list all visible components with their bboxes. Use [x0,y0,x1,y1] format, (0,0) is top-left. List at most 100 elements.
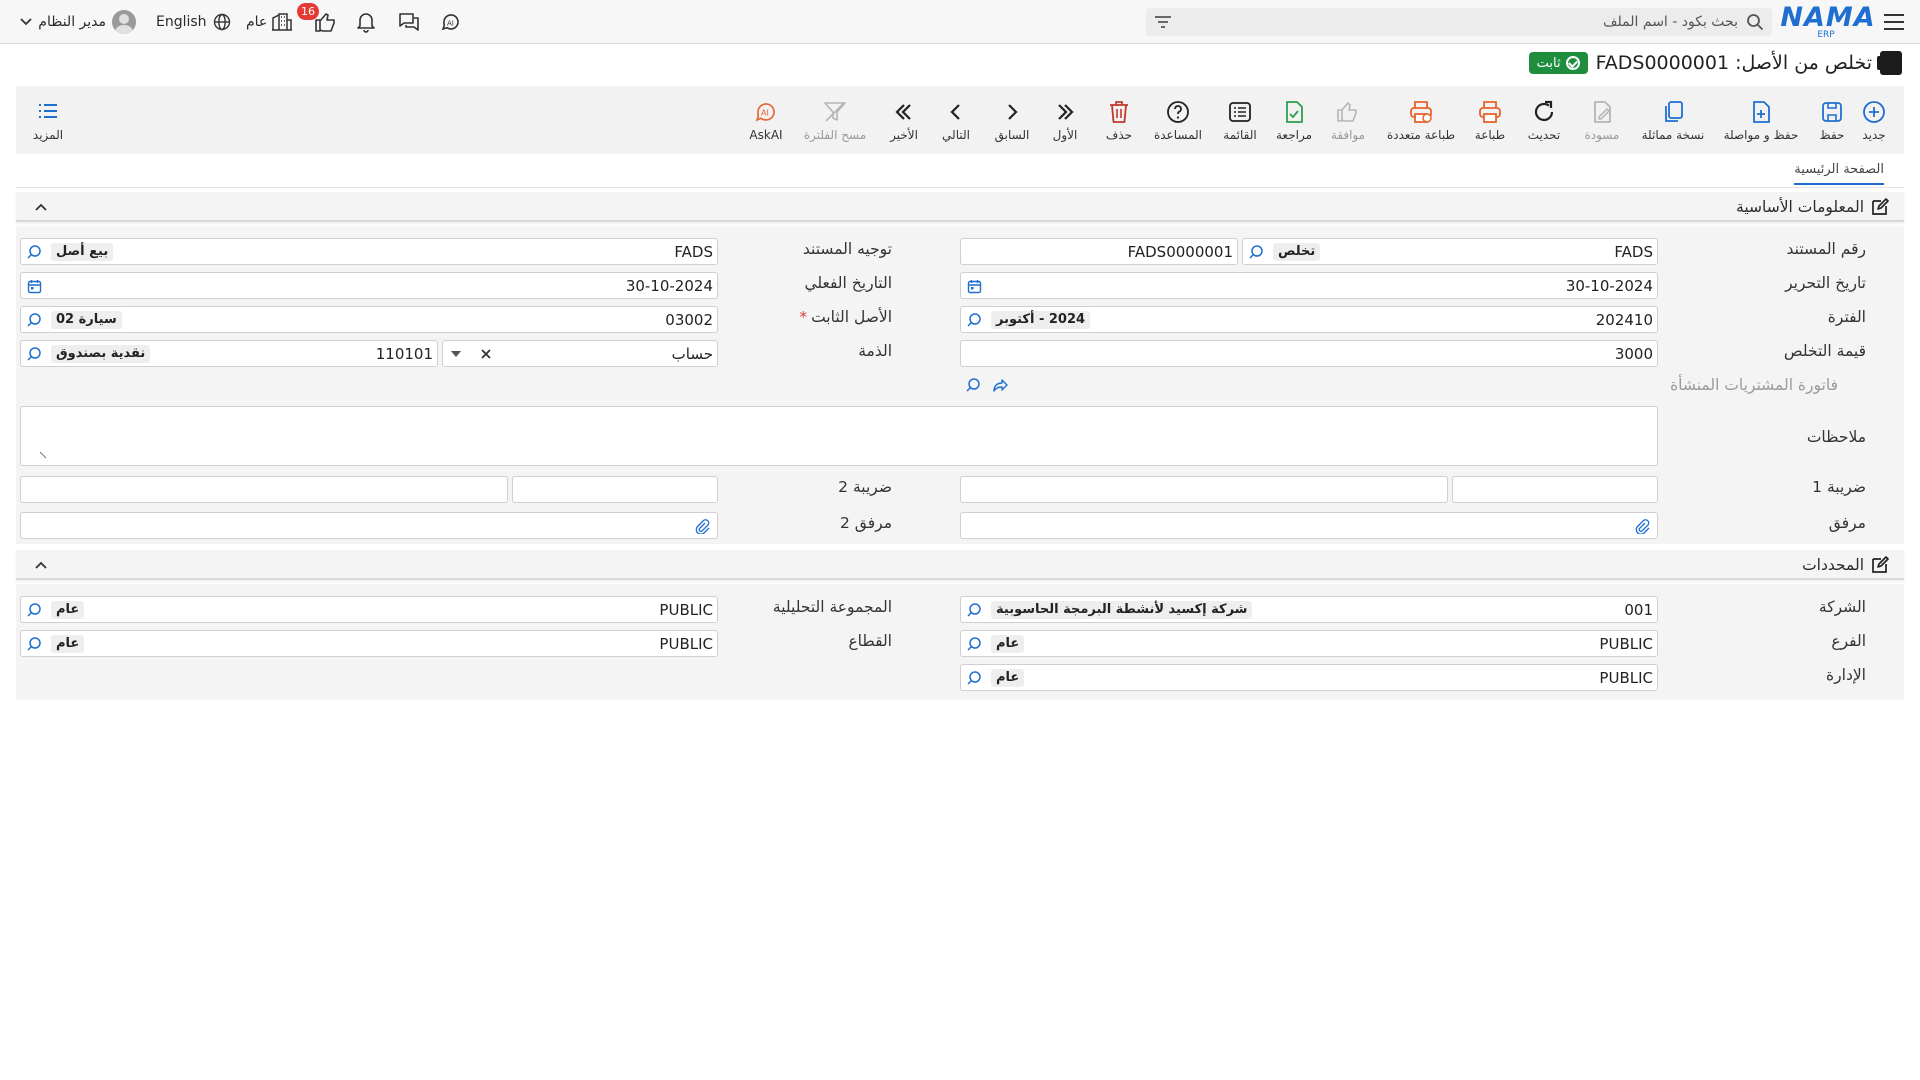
share-icon[interactable] [992,376,1010,394]
double-chevron-right-icon [1058,103,1074,120]
help-button[interactable]: المساعدة [1152,86,1204,154]
status-text: ثابت [1536,55,1561,71]
paperclip-icon[interactable] [1633,517,1651,535]
approve-button[interactable]: موافقة [1328,86,1368,154]
print-label: طباعة [1474,127,1506,142]
doc-direction-label: توجيه المستند [802,240,892,258]
ai-assistant-icon[interactable]: AI [438,0,464,44]
lookup-icon[interactable] [1247,243,1265,261]
basic-info-header[interactable]: المعلومات الأساسية [16,192,1904,222]
search-input[interactable] [1172,14,1746,30]
bell-icon[interactable] [354,0,378,44]
tax1-code-field[interactable] [1452,476,1658,503]
page-title: تخلص من الأصل: FADS0000001 [1595,52,1872,74]
resize-handle-icon[interactable] [39,445,47,463]
user-menu[interactable]: مدير النظام [10,0,136,44]
dimensions-header[interactable]: المحددات [16,550,1904,580]
company-field[interactable]: 001 شركة إكسيد لأنشطة البرمجة الحاسوبية [960,596,1658,623]
tax2-code-field[interactable] [512,476,718,503]
company-value: 001 [1624,601,1653,619]
analysis-group-field[interactable]: PUBLIC عام [20,596,718,623]
draft-button[interactable]: مسودة [1582,86,1622,154]
fixed-asset-field[interactable]: 03002 سيارة 02 [20,306,718,333]
attachment2-field[interactable] [20,512,718,539]
notes-textarea[interactable] [20,406,1658,466]
duplicate-label: نسخة مماثلة [1641,127,1705,142]
first-button[interactable]: الأول [1050,86,1080,154]
previous-button[interactable]: السابق [992,86,1032,154]
thumbs-up-icon [1337,101,1357,122]
plus-circle-icon [1863,100,1885,123]
calendar-icon[interactable] [25,277,43,295]
lookup-icon[interactable] [965,601,983,619]
issue-date-label: تاريخ التحرير [1785,274,1866,292]
new-button[interactable]: جديد [1856,86,1892,154]
lookup-icon[interactable] [25,311,43,329]
lookup-icon[interactable] [25,345,43,363]
period-field[interactable]: 202410 2024 - أكتوبر [960,306,1658,333]
menu-icon[interactable] [1880,0,1908,44]
filter-icon[interactable] [1154,15,1172,29]
sector-chip: عام [51,635,85,653]
clear-filter-icon [824,101,846,122]
chat-icon[interactable] [396,0,422,44]
doc-number-field[interactable]: FADS0000001 [960,238,1238,265]
language-switch[interactable]: English [156,0,231,44]
delete-button[interactable]: حذف [1104,86,1134,154]
draft-icon [1594,100,1611,123]
chevron-up-icon[interactable] [34,556,48,574]
next-label: التالي [942,127,970,142]
scope-selector[interactable]: عام [246,0,293,44]
clear-icon[interactable] [477,345,495,363]
lookup-icon[interactable] [964,376,982,394]
tab-main[interactable]: الصفحة الرئيسية [1794,162,1884,185]
attachment-field[interactable] [960,512,1658,539]
lookup-icon[interactable] [25,601,43,619]
scope-label: عام [246,14,268,30]
refresh-icon [1534,100,1554,121]
askai-button[interactable]: AI AskAI [746,86,786,154]
liability-account-field[interactable]: 110101 نقدية بصندوق [20,340,438,367]
branch-field[interactable]: PUBLIC عام [960,630,1658,657]
doc-number-type-field[interactable]: FADS تخلص [1242,238,1658,265]
avatar [112,10,136,34]
disposal-value-field[interactable]: 3000 [960,340,1658,367]
next-button[interactable]: التالي [938,86,974,154]
doc-direction-field[interactable]: FADS بيع أصل [20,238,718,265]
dropdown-arrow-icon[interactable] [447,345,465,363]
print-button[interactable]: طباعة [1472,86,1508,154]
review-button[interactable]: مراجعة [1274,86,1314,154]
list-button[interactable]: القائمة [1220,86,1260,154]
calendar-icon[interactable] [965,277,983,295]
lookup-icon[interactable] [965,635,983,653]
save-button[interactable]: حفظ [1814,86,1850,154]
last-button[interactable]: الأخير [886,86,922,154]
save-continue-button[interactable]: حفظ و مواصلة [1722,86,1800,154]
duplicate-button[interactable]: نسخة مماثلة [1640,86,1706,154]
help-icon [1167,100,1189,123]
new-label: جديد [1862,127,1886,142]
chevron-up-icon[interactable] [34,198,48,216]
refresh-button[interactable]: تحديث [1526,86,1562,154]
lookup-icon[interactable] [25,635,43,653]
multi-print-button[interactable]: طباعة متعددة [1386,86,1456,154]
tax2-value-field[interactable] [20,476,508,503]
sector-field[interactable]: PUBLIC عام [20,630,718,657]
search-icon[interactable] [1746,13,1764,31]
lookup-icon[interactable] [965,669,983,687]
more-button[interactable]: المزيد [28,86,68,154]
clear-filter-button[interactable]: مسح الفلترة [802,86,868,154]
top-bar: NAMA ERP AI 16 عام English مدير النظ [0,0,1920,44]
lookup-icon[interactable] [25,243,43,261]
app-logo[interactable]: NAMA ERP [1780,0,1874,44]
clear-filter-label: مسح الفلترة [803,127,867,142]
issue-date-field[interactable]: 30-10-2024 [960,272,1658,299]
actual-date-field[interactable]: 30-10-2024 [20,272,718,299]
liability-type-select[interactable]: حساب [442,340,718,367]
department-field[interactable]: PUBLIC عام [960,664,1658,691]
building-icon [271,12,293,32]
list-label: القائمة [1223,127,1257,142]
paperclip-icon[interactable] [693,517,711,535]
lookup-icon[interactable] [965,311,983,329]
tax1-value-field[interactable] [960,476,1448,503]
